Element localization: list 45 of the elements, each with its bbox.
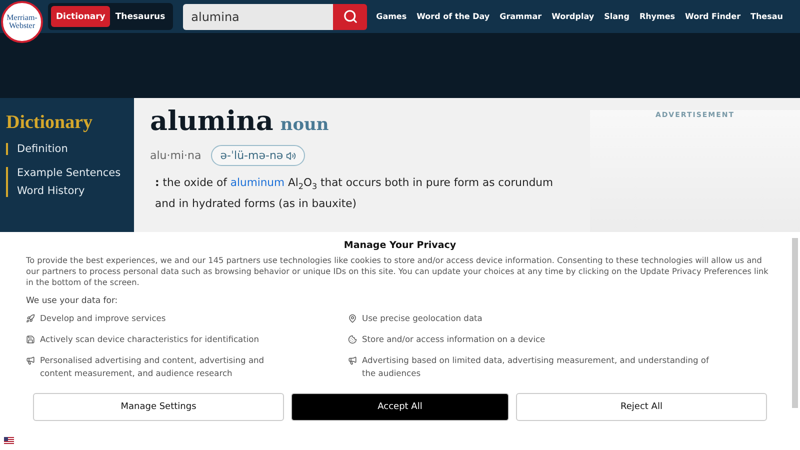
purpose-text: Store and/or access information on a device [362,333,546,346]
sidebar-item[interactable]: Word History [8,185,134,197]
purpose-text: Develop and improve services [40,312,166,325]
speaker-icon [286,150,296,160]
nav-link[interactable]: Wordplay [552,12,594,21]
nav-link[interactable]: Grammar [500,12,542,21]
purpose-text: Actively scan device characteristics for identification [40,333,260,346]
purpose-text: Personalised advertising and content, advertising and content measurement, and audience research [40,354,266,380]
consent-button[interactable]: Manage Settings [33,393,284,421]
part-of-speech: noun [280,115,329,135]
rocket-icon [26,314,35,323]
nav-link[interactable]: Games [376,12,407,21]
flag-icon[interactable] [4,437,14,444]
pronunciation-button[interactable]: ə-ˈlü-mə-nə [211,145,306,166]
purpose-text: Advertising based on limited data, advertising measurement, and understanding of the audiences [362,354,710,380]
nav-link[interactable]: Word of the Day [416,12,490,21]
privacy-text: To provide the best experiences, we and our 145 partners use technologies like cookies to store and/or access device information. Consenting to these technologies will allow us and our partners to process personal data such as browsing behavior or unique IDs on this site. You can update your choices at any time by clicking on the Update Privacy Preferences link in the bottom of the screen. [26,255,770,288]
headword: alumina [150,106,274,137]
search-icon [342,9,358,24]
sidebar-title: Dictionary [6,112,94,134]
save-icon [26,335,35,344]
nav-link[interactable]: Word Finder [685,12,741,21]
pin-icon [348,314,357,323]
nav-link[interactable]: Rhymes [639,12,676,21]
logo[interactable]: Merriam- Webster [1,1,43,43]
search-field[interactable]: alumina [183,4,334,30]
dictionary-tab[interactable]: Thesaurus [110,6,170,27]
dictionary-tab[interactable]: Dictionary [51,6,110,27]
definition-text: : the oxide of aluminum Al$_{2}$O$_{3}$ that occurs both in pure form as corundum and in hydrated forms (as in bauxite) [155,175,554,212]
purpose-text: Use precise geolocation data [362,312,482,325]
privacy-subtitle: We use your data for: [26,296,119,306]
nav-link[interactable]: Slang [604,12,630,21]
syllables: alu·mi·na [150,149,202,162]
consent-button[interactable]: Reject All [516,393,767,421]
nav-link[interactable]: Thesau [750,12,783,21]
megaphone-icon [26,356,35,365]
cookie-icon [348,335,357,344]
consent-button[interactable]: Accept All [291,393,509,421]
search-button[interactable] [333,4,368,30]
megaphone-icon [348,356,357,365]
sidebar-item[interactable]: Definition [8,143,134,155]
scrollbar[interactable] [792,238,798,408]
sidebar-item[interactable]: Example Sentences [8,167,134,179]
privacy-title: Manage Your Privacy [342,240,458,251]
definition-link[interactable]: aluminum [230,176,285,189]
